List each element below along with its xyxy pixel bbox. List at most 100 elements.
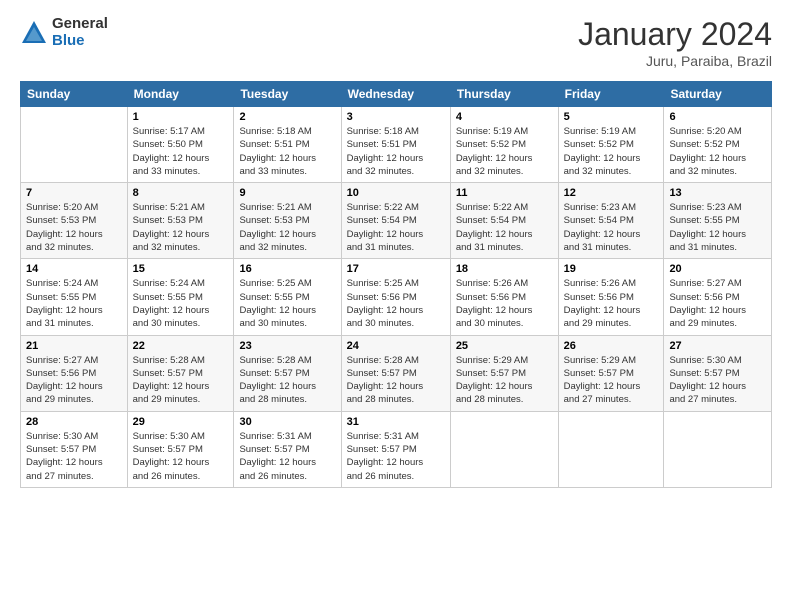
day-number: 22 [133, 340, 229, 352]
day-info: Sunrise: 5:28 AMSunset: 5:57 PMDaylight:… [133, 354, 229, 407]
day-info: Sunrise: 5:29 AMSunset: 5:57 PMDaylight:… [456, 354, 553, 407]
week-row-1: 1Sunrise: 5:17 AMSunset: 5:50 PMDaylight… [21, 107, 772, 183]
header-day-thursday: Thursday [450, 82, 558, 107]
day-info: Sunrise: 5:18 AMSunset: 5:51 PMDaylight:… [347, 125, 445, 178]
day-info: Sunrise: 5:26 AMSunset: 5:56 PMDaylight:… [456, 277, 553, 330]
week-row-2: 7 Sunrise: 5:20 AMSunset: 5:53 PMDaylight… [21, 183, 772, 259]
day-number: 15 [133, 263, 229, 275]
calendar-cell [21, 107, 128, 183]
day-info: Sunrise: 5:28 AMSunset: 5:57 PMDaylight:… [347, 354, 445, 407]
calendar-cell: 17 Sunrise: 5:25 AMSunset: 5:56 PMDayligh… [341, 259, 450, 335]
day-info: Sunrise: 5:23 AMSunset: 5:55 PMDaylight:… [669, 201, 766, 254]
calendar-cell: 13 Sunrise: 5:23 AMSunset: 5:55 PMDayligh… [664, 183, 772, 259]
header: General Blue January 2024 Juru, Paraiba,… [20, 16, 772, 69]
calendar-cell: 23 Sunrise: 5:28 AMSunset: 5:57 PMDayligh… [234, 335, 341, 411]
day-number: 11 [456, 187, 553, 199]
calendar-cell: 27 Sunrise: 5:30 AMSunset: 5:57 PMDayligh… [664, 335, 772, 411]
day-number: 29 [133, 416, 229, 428]
day-number: 19 [564, 263, 659, 275]
day-number: 8 [133, 187, 229, 199]
day-info: Sunrise: 5:27 AMSunset: 5:56 PMDaylight:… [26, 354, 122, 407]
calendar-cell: 30 Sunrise: 5:31 AMSunset: 5:57 PMDayligh… [234, 411, 341, 487]
day-info: Sunrise: 5:24 AMSunset: 5:55 PMDaylight:… [133, 277, 229, 330]
day-number: 9 [239, 187, 335, 199]
calendar-cell: 4Sunrise: 5:19 AMSunset: 5:52 PMDaylight… [450, 107, 558, 183]
day-info: Sunrise: 5:30 AMSunset: 5:57 PMDaylight:… [26, 430, 122, 483]
day-number: 27 [669, 340, 766, 352]
day-info: Sunrise: 5:26 AMSunset: 5:56 PMDaylight:… [564, 277, 659, 330]
day-number: 17 [347, 263, 445, 275]
day-info: Sunrise: 5:22 AMSunset: 5:54 PMDaylight:… [456, 201, 553, 254]
calendar-cell [558, 411, 664, 487]
day-info: Sunrise: 5:24 AMSunset: 5:55 PMDaylight:… [26, 277, 122, 330]
header-day-tuesday: Tuesday [234, 82, 341, 107]
title-block: January 2024 Juru, Paraiba, Brazil [578, 16, 772, 69]
day-number: 6 [669, 111, 766, 123]
calendar-cell: 28 Sunrise: 5:30 AMSunset: 5:57 PMDayligh… [21, 411, 128, 487]
day-number: 10 [347, 187, 445, 199]
calendar-cell: 19 Sunrise: 5:26 AMSunset: 5:56 PMDayligh… [558, 259, 664, 335]
day-number: 3 [347, 111, 445, 123]
calendar-cell: 25Sunrise: 5:29 AMSunset: 5:57 PMDayligh… [450, 335, 558, 411]
calendar-cell: 31 Sunrise: 5:31 AMSunset: 5:57 PMDayligh… [341, 411, 450, 487]
day-info: Sunrise: 5:28 AMSunset: 5:57 PMDaylight:… [239, 354, 335, 407]
day-number: 23 [239, 340, 335, 352]
header-day-sunday: Sunday [21, 82, 128, 107]
day-info: Sunrise: 5:25 AMSunset: 5:55 PMDaylight:… [239, 277, 335, 330]
calendar-cell: 6 Sunrise: 5:20 AMSunset: 5:52 PMDaylight… [664, 107, 772, 183]
calendar-cell: 5Sunrise: 5:19 AMSunset: 5:52 PMDaylight… [558, 107, 664, 183]
logo-blue: Blue [52, 33, 108, 50]
calendar-cell: 10 Sunrise: 5:22 AMSunset: 5:54 PMDayligh… [341, 183, 450, 259]
week-row-3: 14Sunrise: 5:24 AMSunset: 5:55 PMDayligh… [21, 259, 772, 335]
location: Juru, Paraiba, Brazil [578, 53, 772, 69]
header-day-monday: Monday [127, 82, 234, 107]
logo-general: General [52, 16, 108, 33]
day-info: Sunrise: 5:19 AMSunset: 5:52 PMDaylight:… [456, 125, 553, 178]
calendar-cell: 14Sunrise: 5:24 AMSunset: 5:55 PMDayligh… [21, 259, 128, 335]
day-info: Sunrise: 5:20 AMSunset: 5:53 PMDaylight:… [26, 201, 122, 254]
calendar-cell: 21 Sunrise: 5:27 AMSunset: 5:56 PMDayligh… [21, 335, 128, 411]
calendar-cell: 29 Sunrise: 5:30 AMSunset: 5:57 PMDayligh… [127, 411, 234, 487]
page: General Blue January 2024 Juru, Paraiba,… [0, 0, 792, 504]
calendar-cell: 9 Sunrise: 5:21 AMSunset: 5:53 PMDaylight… [234, 183, 341, 259]
day-info: Sunrise: 5:27 AMSunset: 5:56 PMDaylight:… [669, 277, 766, 330]
day-info: Sunrise: 5:31 AMSunset: 5:57 PMDaylight:… [239, 430, 335, 483]
calendar-header-row: SundayMondayTuesdayWednesdayThursdayFrid… [21, 82, 772, 107]
week-row-4: 21 Sunrise: 5:27 AMSunset: 5:56 PMDayligh… [21, 335, 772, 411]
day-number: 16 [239, 263, 335, 275]
day-number: 24 [347, 340, 445, 352]
day-number: 30 [239, 416, 335, 428]
day-number: 2 [239, 111, 335, 123]
day-number: 5 [564, 111, 659, 123]
month-title: January 2024 [578, 16, 772, 53]
calendar-cell: 20 Sunrise: 5:27 AMSunset: 5:56 PMDayligh… [664, 259, 772, 335]
calendar-cell: 11 Sunrise: 5:22 AMSunset: 5:54 PMDayligh… [450, 183, 558, 259]
calendar-cell: 24 Sunrise: 5:28 AMSunset: 5:57 PMDayligh… [341, 335, 450, 411]
day-number: 7 [26, 187, 122, 199]
day-number: 21 [26, 340, 122, 352]
calendar-table: SundayMondayTuesdayWednesdayThursdayFrid… [20, 81, 772, 488]
logo: General Blue [20, 16, 108, 49]
day-number: 28 [26, 416, 122, 428]
day-info: Sunrise: 5:21 AMSunset: 5:53 PMDaylight:… [239, 201, 335, 254]
day-info: Sunrise: 5:25 AMSunset: 5:56 PMDaylight:… [347, 277, 445, 330]
day-info: Sunrise: 5:22 AMSunset: 5:54 PMDaylight:… [347, 201, 445, 254]
day-info: Sunrise: 5:30 AMSunset: 5:57 PMDaylight:… [669, 354, 766, 407]
calendar-cell: 3 Sunrise: 5:18 AMSunset: 5:51 PMDaylight… [341, 107, 450, 183]
day-info: Sunrise: 5:30 AMSunset: 5:57 PMDaylight:… [133, 430, 229, 483]
calendar-cell: 15 Sunrise: 5:24 AMSunset: 5:55 PMDayligh… [127, 259, 234, 335]
logo-icon [20, 19, 48, 47]
calendar-cell: 18Sunrise: 5:26 AMSunset: 5:56 PMDayligh… [450, 259, 558, 335]
day-number: 31 [347, 416, 445, 428]
header-day-wednesday: Wednesday [341, 82, 450, 107]
day-info: Sunrise: 5:21 AMSunset: 5:53 PMDaylight:… [133, 201, 229, 254]
day-info: Sunrise: 5:20 AMSunset: 5:52 PMDaylight:… [669, 125, 766, 178]
day-number: 13 [669, 187, 766, 199]
week-row-5: 28 Sunrise: 5:30 AMSunset: 5:57 PMDayligh… [21, 411, 772, 487]
day-number: 20 [669, 263, 766, 275]
calendar-cell: 2Sunrise: 5:18 AMSunset: 5:51 PMDaylight… [234, 107, 341, 183]
day-info: Sunrise: 5:31 AMSunset: 5:57 PMDaylight:… [347, 430, 445, 483]
logo-text: General Blue [52, 16, 108, 49]
calendar-cell: 8 Sunrise: 5:21 AMSunset: 5:53 PMDaylight… [127, 183, 234, 259]
calendar-cell [664, 411, 772, 487]
